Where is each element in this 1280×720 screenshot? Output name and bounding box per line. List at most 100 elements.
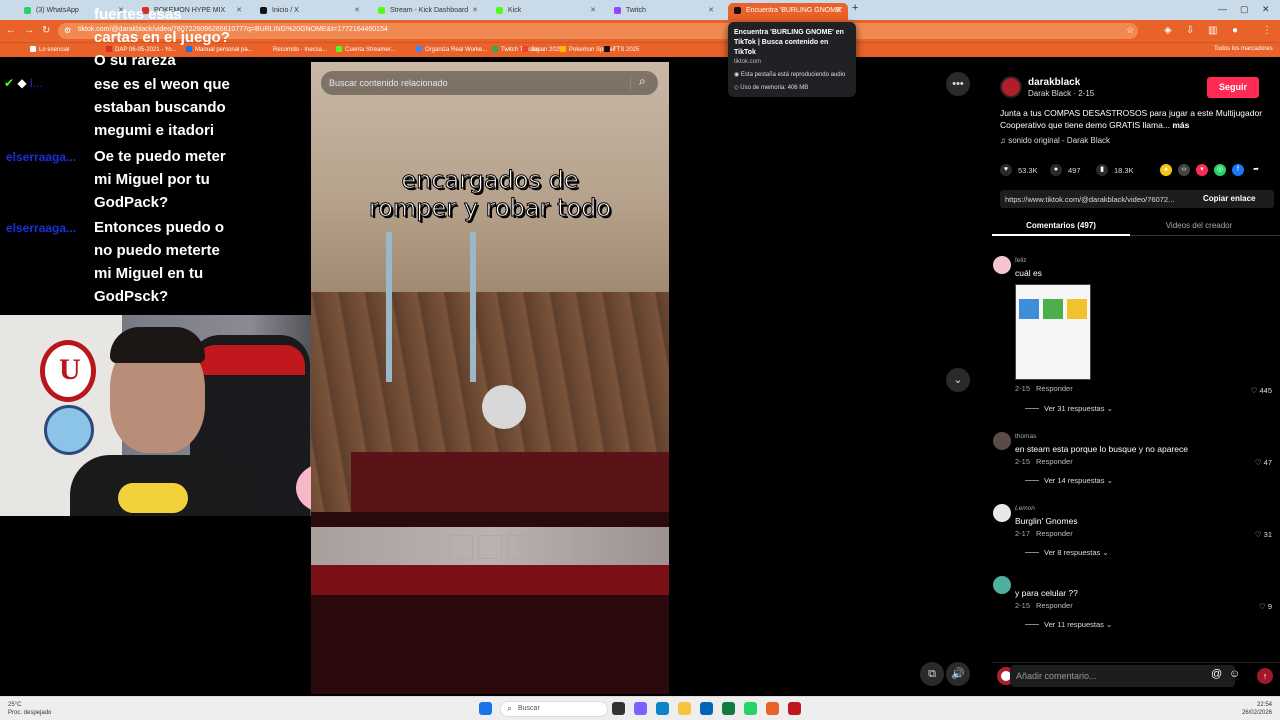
whatsapp-share-icon[interactable]: ◎ bbox=[1214, 164, 1226, 176]
download-icon[interactable]: ⇩ bbox=[1186, 25, 1194, 36]
bookmark-item[interactable]: Cuenta Streamer... bbox=[336, 46, 395, 53]
facebook-share-icon[interactable]: f bbox=[1232, 164, 1244, 176]
tab-tiktok-active[interactable]: Encuentra 'BURLING GNOME' ✕ bbox=[728, 3, 848, 20]
reply-button[interactable]: Responder bbox=[1036, 601, 1073, 610]
sound-link[interactable]: ♫ sonido original - Darak Black bbox=[1000, 136, 1110, 145]
reply-button[interactable]: Responder bbox=[1036, 529, 1073, 538]
app-icon[interactable] bbox=[788, 702, 801, 715]
tab-kick[interactable]: Kick ✕ bbox=[490, 3, 602, 18]
repost-icon[interactable]: ▾ bbox=[1196, 164, 1208, 176]
like-count: 53.3K bbox=[1018, 166, 1038, 175]
share-icon[interactable]: ➦ bbox=[1250, 164, 1262, 176]
author-username[interactable]: darakblack bbox=[1028, 77, 1080, 88]
close-icon[interactable]: ✕ bbox=[590, 6, 596, 14]
avatar[interactable] bbox=[993, 432, 1011, 450]
maximize-icon[interactable]: ▢ bbox=[1240, 4, 1249, 15]
all-bookmarks[interactable]: Todos los marcadores bbox=[1214, 46, 1273, 52]
chrome-icon[interactable] bbox=[766, 702, 779, 715]
profile-avatar[interactable]: ● bbox=[1232, 25, 1238, 36]
comment-meta: 2-15 Responder bbox=[1015, 457, 1073, 466]
post-description: Junta a tus COMPAS DESASTROSOS para juga… bbox=[1000, 108, 1263, 130]
chat-message-line: ese es el weon que bbox=[94, 76, 230, 93]
excel-icon[interactable] bbox=[722, 702, 735, 715]
chevron-down-icon[interactable]: ⌄ bbox=[946, 368, 970, 392]
follow-button[interactable]: Seguir bbox=[1207, 77, 1259, 98]
bookmark-star-icon[interactable]: ☆ bbox=[1126, 25, 1134, 36]
avatar[interactable] bbox=[993, 256, 1011, 274]
inventory-slot bbox=[449, 535, 473, 559]
more-link[interactable]: más bbox=[1172, 120, 1189, 130]
comment-icon[interactable]: ● bbox=[1050, 164, 1062, 176]
chevron-down-icon: ⌄ bbox=[1106, 404, 1113, 413]
tab-kick-dashboard[interactable]: Stream - Kick Dashboard ✕ bbox=[372, 3, 484, 18]
start-icon[interactable] bbox=[479, 702, 492, 715]
minimize-icon[interactable]: — bbox=[1218, 4, 1227, 14]
comment-text: en steam esta porque lo busque y no apar… bbox=[1015, 444, 1188, 454]
bookmark-item[interactable]: TTS 2025 bbox=[604, 46, 639, 53]
like-icon[interactable]: ♥ bbox=[1000, 164, 1012, 176]
bookmark-icon bbox=[604, 46, 610, 52]
related-search-input[interactable] bbox=[329, 75, 619, 91]
new-tab-button[interactable]: + bbox=[852, 2, 858, 14]
chat-message-line: Entonces puedo o bbox=[94, 219, 225, 236]
edge-icon[interactable] bbox=[656, 702, 669, 715]
copy-link-button[interactable]: Copiar enlace bbox=[1203, 194, 1255, 203]
more-options-icon[interactable]: ••• bbox=[946, 72, 970, 96]
video-player[interactable]: encargados de romper y robar todo ⌕ bbox=[311, 62, 669, 694]
comment-like[interactable]: ♡ 31 bbox=[1255, 530, 1272, 539]
close-icon[interactable]: ✕ bbox=[354, 6, 360, 14]
view-replies[interactable]: Ver 31 respuestas ⌄ bbox=[1025, 404, 1113, 413]
view-replies[interactable]: Ver 14 respuestas ⌄ bbox=[1025, 476, 1113, 485]
view-replies[interactable]: Ver 8 respuestas ⌄ bbox=[1025, 548, 1109, 557]
comment-like[interactable]: ♡ 445 bbox=[1251, 386, 1272, 395]
avatar[interactable] bbox=[1000, 76, 1022, 98]
tab-comments[interactable]: Comentarios (497) bbox=[992, 221, 1130, 230]
reply-button[interactable]: Responder bbox=[1036, 457, 1073, 466]
bookmark-item[interactable]: Organiza Real Worke... bbox=[416, 46, 487, 53]
comment-username[interactable]: feliz bbox=[1015, 257, 1027, 264]
comment-image[interactable] bbox=[1015, 284, 1091, 380]
file-explorer-icon[interactable] bbox=[678, 702, 691, 715]
view-replies[interactable]: Ver 11 respuestas ⌄ bbox=[1025, 620, 1112, 629]
taskbar-clock[interactable]: 22:54 26/02/2026 bbox=[1242, 701, 1272, 717]
tab-twitch[interactable]: Twitch ✕ bbox=[608, 3, 720, 18]
comment-username[interactable]: Lemon bbox=[1015, 505, 1035, 512]
send-button[interactable]: ↑ bbox=[1257, 668, 1273, 684]
comment-username[interactable]: thomas bbox=[1015, 433, 1036, 440]
mention-icon[interactable]: @ bbox=[1211, 668, 1222, 680]
coin-icon[interactable]: ● bbox=[1160, 164, 1172, 176]
close-icon[interactable]: ✕ bbox=[836, 6, 842, 14]
avatar[interactable] bbox=[993, 576, 1011, 594]
search-icon[interactable]: ⌕ bbox=[639, 74, 646, 89]
close-window-icon[interactable]: ✕ bbox=[1262, 4, 1270, 15]
comment-meta: 2-17 Responder bbox=[1015, 529, 1073, 538]
reply-button[interactable]: Responder bbox=[1036, 384, 1073, 393]
whatsapp-icon[interactable] bbox=[744, 702, 757, 715]
author-display: Darak Black · 2-15 bbox=[1028, 89, 1095, 98]
floating-player-icon[interactable]: ⧉ bbox=[920, 662, 944, 686]
app-icon[interactable] bbox=[634, 702, 647, 715]
close-icon[interactable]: ✕ bbox=[708, 6, 714, 14]
taskbar-search[interactable]: Buscar bbox=[500, 701, 608, 717]
comment-like[interactable]: ♡ 47 bbox=[1255, 458, 1272, 467]
taskview-icon[interactable] bbox=[612, 702, 625, 715]
store-icon[interactable] bbox=[700, 702, 713, 715]
embed-icon[interactable]: ‹› bbox=[1178, 164, 1190, 176]
volume-icon[interactable]: 🔊 bbox=[946, 662, 970, 686]
tab-creator-videos[interactable]: Videos del creador bbox=[1130, 221, 1268, 230]
close-icon[interactable]: ✕ bbox=[472, 6, 478, 14]
extensions-icon[interactable]: ◈ bbox=[1164, 25, 1172, 36]
save-icon[interactable]: ▮ bbox=[1096, 164, 1108, 176]
emoji-icon[interactable]: ☺ bbox=[1229, 668, 1240, 680]
comment-like[interactable]: ♡ 9 bbox=[1259, 602, 1272, 611]
comment-input[interactable] bbox=[1010, 665, 1235, 687]
twitch-icon bbox=[614, 7, 621, 14]
sidebar-icon[interactable]: ▥ bbox=[1208, 25, 1217, 36]
bookmark-item[interactable]: Japan 2025 bbox=[522, 46, 562, 53]
avatar[interactable] bbox=[993, 504, 1011, 522]
hover-card-host: tiktok.com bbox=[734, 59, 762, 65]
universitario-crest: U bbox=[40, 340, 96, 402]
menu-icon[interactable]: ⋮ bbox=[1262, 25, 1272, 36]
weather-widget[interactable]: 25°C Proc. despejado bbox=[8, 701, 51, 717]
inventory-slots bbox=[449, 535, 536, 559]
